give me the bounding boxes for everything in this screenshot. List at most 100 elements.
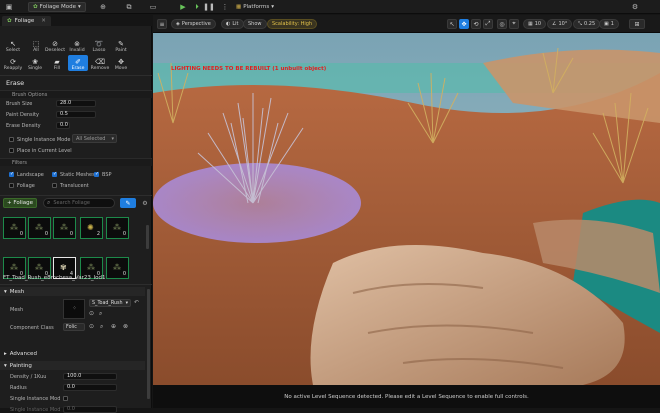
show-button[interactable]: Show [243, 19, 267, 29]
clear-icon[interactable]: ⊗ [123, 323, 128, 330]
component-class-dropdown[interactable]: Folic [63, 323, 85, 331]
foliage-thumbnail[interactable]: ⁂ 0 [28, 217, 51, 239]
tool-fill-button[interactable]: ▰ Fill [47, 55, 67, 71]
single-instance-dropdown[interactable]: All Selected ▾ [72, 134, 117, 143]
scale-icon[interactable]: ⤢ [483, 19, 493, 29]
density-field[interactable]: 100.0 [63, 373, 117, 380]
select-mode-icon[interactable]: ↖ [447, 19, 457, 29]
rotate-icon[interactable]: ⟲ [471, 19, 481, 29]
tool-all-button[interactable]: ⬚ All [26, 37, 46, 53]
deselect-icon: ⊘ [52, 40, 58, 48]
radius-field[interactable]: 0.0 [63, 384, 117, 391]
browse-icon[interactable]: ⊙ [89, 310, 94, 317]
settings-icon[interactable]: ⚙ [140, 198, 150, 208]
erase-density-field[interactable]: 0.0 [56, 122, 70, 129]
viewport-layout-icon[interactable]: ⊞ [629, 19, 645, 29]
tool-deselect-button[interactable]: ⊘ Deselect [45, 37, 65, 53]
cinematics-icon[interactable]: ▭ [148, 2, 158, 12]
tool-label: All [33, 48, 39, 53]
tool-single-button[interactable]: ❀ Single [25, 55, 45, 71]
mode-dropdown[interactable]: ✿ Foliage Mode ▾ [28, 2, 86, 12]
scalability-button[interactable]: Scalability: High [267, 19, 318, 29]
grid-snap-button[interactable]: ▦ 10 [523, 19, 547, 29]
tool-label: Lasso [92, 48, 106, 53]
top-toolbar: ▣ ✿ Foliage Mode ▾ ⊕ ⧉ ▭ ▶ ⏵ ❚❚ ⋮ ▦ Plat… [0, 0, 660, 14]
pause-icon[interactable]: ❚❚ [203, 2, 215, 12]
settings-icon[interactable]: ⚙ [630, 2, 640, 12]
advanced-header[interactable]: ▸ Advanced [0, 349, 145, 358]
angle-snap-button[interactable]: ∠ 10° [547, 19, 573, 29]
perspective-button[interactable]: ◈ Perspective [171, 19, 216, 29]
single-instance-checkbox[interactable] [9, 137, 14, 142]
painting-category-header[interactable]: ▾ Painting [0, 361, 145, 370]
surface-snap-icon[interactable]: ⌖ [509, 19, 519, 29]
palette-scrollbar[interactable] [146, 225, 149, 249]
filters-header[interactable]: Filters [0, 158, 152, 166]
foliage-thumbnail[interactable]: ⁂ 0 [53, 217, 76, 239]
place-in-level-checkbox[interactable] [9, 148, 14, 153]
filter-static-meshes-checkbox[interactable] [52, 171, 57, 177]
reset-icon[interactable]: ↶ [134, 299, 139, 306]
close-icon[interactable]: ✕ [41, 18, 46, 24]
scene-render[interactable] [153, 33, 660, 385]
foliage-panel: ✿ Foliage ✕ ↖ Select ⬚ All ⊘ Deselect ⊗ Inva… [0, 15, 152, 413]
plant-icon: ⁂ [113, 263, 121, 272]
foliage-thumbnail[interactable]: ✺ 2 [80, 217, 103, 239]
filter-landscape-checkbox[interactable] [9, 171, 14, 177]
paint-mode-icon[interactable]: ✎ [120, 198, 136, 208]
hamburger-menu-icon[interactable]: ≡ [157, 19, 167, 29]
platforms-icon: ▦ [236, 4, 242, 10]
tool-invalid-button[interactable]: ⊗ Invalid [67, 37, 87, 53]
scalability-label: Scalability: High [272, 21, 313, 27]
plant-icon: ⁂ [60, 223, 68, 232]
play-options-icon[interactable]: ⏵ [192, 2, 202, 12]
filter-bsp-label: BSP [102, 172, 112, 178]
tool-select-button[interactable]: ↖ Select [3, 37, 23, 53]
snap-icon[interactable]: ⊕ [98, 2, 108, 12]
translate-icon[interactable]: ✥ [459, 19, 469, 29]
brush-options-header[interactable]: Brush Options [0, 90, 152, 98]
cursor-icon: ↖ [10, 40, 16, 48]
paint-density-field[interactable]: 0.5 [56, 111, 96, 118]
tool-lasso-button[interactable]: ➰ Lasso [89, 37, 109, 53]
platforms-dropdown[interactable]: ▦ Platforms ▾ [236, 2, 274, 12]
find-icon[interactable]: ⌕ [100, 323, 103, 331]
mesh-category-header[interactable]: ▾ Mesh [0, 287, 145, 296]
filter-translucent-checkbox[interactable] [52, 183, 57, 188]
play-icon[interactable]: ▶ [178, 2, 188, 12]
reapply-icon: ⟳ [10, 58, 16, 66]
filter-bsp-checkbox[interactable] [94, 171, 99, 177]
tool-paint-button[interactable]: ✎ Paint [111, 37, 131, 53]
mesh-thumbnail[interactable]: ⁘ [63, 299, 85, 319]
level-viewport[interactable]: LIGHTING NEEDS TO BE REBUILT (1 unbuilt … [153, 15, 660, 408]
tool-remove-button[interactable]: ⌫ Remove [90, 55, 110, 71]
camera-speed-button[interactable]: ▣ 1 [599, 19, 619, 29]
tool-erase-button[interactable]: ✐ Erase [68, 55, 88, 71]
tool-reapply-button[interactable]: ⟳ Reapply [3, 55, 23, 71]
single-instance-mod-field[interactable]: 0.0 [63, 406, 117, 413]
grid-snap-value: 10 [534, 21, 542, 27]
foliage-thumbnail[interactable]: ⁂ 0 [3, 217, 26, 239]
add-foliage-button[interactable]: + Foliage [3, 198, 37, 208]
component-class-value: Folic [66, 325, 77, 330]
paint-brush-icon: ✎ [118, 40, 124, 48]
mesh-picker-dropdown[interactable]: S_Toad_Rush ▾ [89, 299, 131, 307]
scale-snap-button[interactable]: ⤡ 0.25 [573, 19, 601, 29]
save-icon[interactable]: ▣ [4, 2, 14, 12]
lit-button[interactable]: ◐ Lit [221, 19, 244, 29]
find-icon[interactable]: ⌕ [99, 310, 102, 318]
browse-icon[interactable]: ⊙ [89, 323, 94, 330]
instance-count: 0 [122, 231, 126, 237]
single-instance-mod-checkbox[interactable] [63, 396, 68, 401]
search-foliage-input[interactable]: ⌕ Search Foliage [43, 198, 115, 208]
filter-foliage-checkbox[interactable] [9, 183, 14, 188]
tab-foliage[interactable]: ✿ Foliage ✕ [2, 16, 51, 26]
details-scrollbar[interactable] [147, 289, 150, 399]
world-space-icon[interactable]: ◎ [497, 19, 507, 29]
add-icon[interactable]: ⊕ [111, 323, 116, 330]
blueprint-icon[interactable]: ⧉ [124, 2, 134, 12]
tool-move-button[interactable]: ✥ Move [111, 55, 131, 71]
more-icon[interactable]: ⋮ [220, 2, 230, 12]
brush-size-field[interactable]: 28.0 [56, 100, 96, 107]
foliage-thumbnail[interactable]: ⁂ 0 [106, 217, 129, 239]
